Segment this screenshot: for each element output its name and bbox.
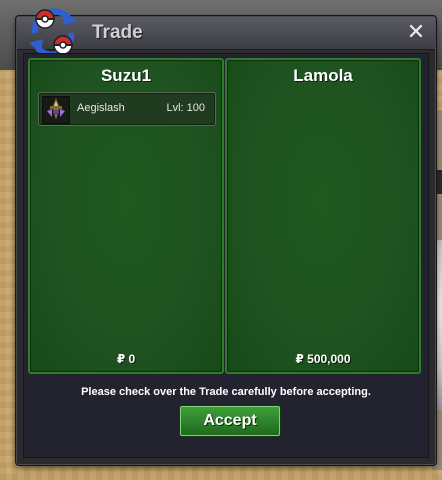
trade-panel-self: Suzu1 Aegislash Lvl: 100 ₽ 0 xyxy=(28,58,224,374)
trade-notice: Please check over the Trade carefully be… xyxy=(81,386,371,398)
trade-window: Trade ✕ Suzu1 Aegislash Lvl: 100 ₽ 0 Lam… xyxy=(16,8,436,465)
player-name: Suzu1 xyxy=(100,66,152,85)
trade-body: Suzu1 Aegislash Lvl: 100 ₽ 0 Lamola ₽ 50… xyxy=(23,53,429,458)
money-offer: ₽ 500,000 xyxy=(295,352,351,366)
player-name: Lamola xyxy=(293,66,353,85)
trade-panel-partner: Lamola ₽ 500,000 xyxy=(225,58,421,374)
money-offer: ₽ 0 xyxy=(116,352,136,366)
trade-item-slot[interactable]: Aegislash Lvl: 100 xyxy=(38,92,216,126)
item-level: Lvl: 100 xyxy=(166,102,205,114)
aegislash-sprite-icon xyxy=(42,96,70,124)
window-title: Trade xyxy=(92,22,143,43)
close-button[interactable]: ✕ xyxy=(405,21,427,43)
item-name: Aegislash xyxy=(77,102,125,114)
accept-button[interactable]: Accept xyxy=(180,406,280,436)
